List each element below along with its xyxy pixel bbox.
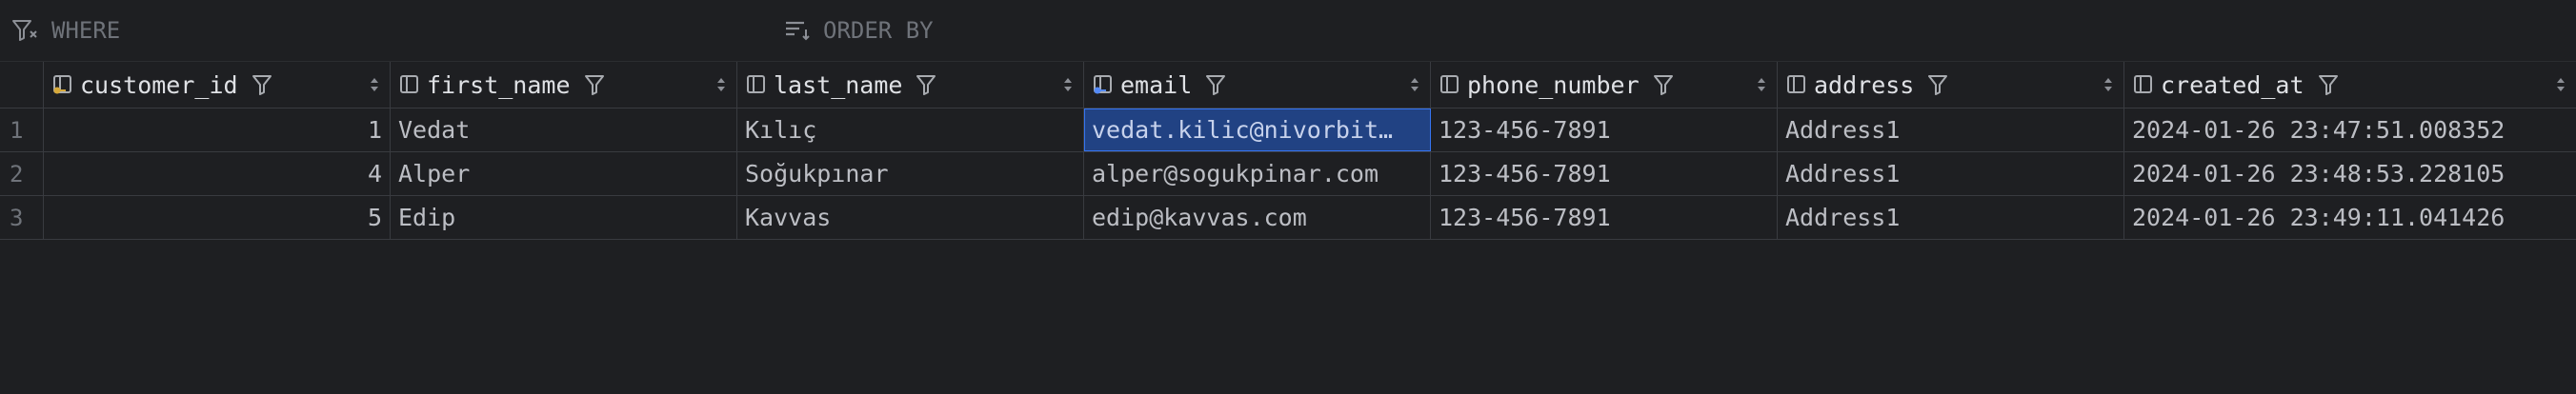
column-icon xyxy=(1440,75,1459,93)
cell-email[interactable]: edip@kavvas.com xyxy=(1084,196,1431,239)
cell-phone-number[interactable]: 123-456-7891 xyxy=(1431,108,1778,151)
cell-value: alper@sogukpinar.com xyxy=(1092,160,1379,187)
column-filter-icon[interactable] xyxy=(1205,73,1226,96)
cell-first-name[interactable]: Vedat xyxy=(391,108,737,151)
where-label: WHERE xyxy=(51,17,121,44)
cell-address[interactable]: Address1 xyxy=(1778,196,2124,239)
sort-lines-icon xyxy=(786,21,810,41)
column-header-label: created_at xyxy=(2161,70,2304,99)
cell-created-at[interactable]: 2024-01-26 23:47:51.008352 xyxy=(2124,108,2576,151)
sort-toggle-icon[interactable] xyxy=(369,75,380,94)
cell-last-name[interactable]: Soğukpınar xyxy=(737,152,1084,195)
column-header-first-name[interactable]: first_name xyxy=(391,62,737,108)
column-header-label: address xyxy=(1814,70,1915,99)
cell-value: 1 xyxy=(367,116,382,144)
cell-value: Vedat xyxy=(398,116,471,144)
column-filter-icon[interactable] xyxy=(584,73,605,96)
cell-customer-id[interactable]: 5 xyxy=(44,196,391,239)
sort-toggle-icon[interactable] xyxy=(2555,75,2566,94)
header-row: customer_id first_name last_name email phone… xyxy=(0,61,2576,108)
cell-value: vedat.kilic@nivorbit… xyxy=(1092,116,1394,144)
column-header-email[interactable]: email xyxy=(1084,62,1431,108)
cell-phone-number[interactable]: 123-456-7891 xyxy=(1431,196,1778,239)
column-filter-icon[interactable] xyxy=(1927,73,1948,96)
corner-cell[interactable] xyxy=(0,62,44,108)
column-icon xyxy=(400,75,418,93)
cell-last-name[interactable]: Kavvas xyxy=(737,196,1084,239)
column-header-label: phone_number xyxy=(1467,70,1640,99)
cell-customer-id[interactable]: 4 xyxy=(44,152,391,195)
column-icon xyxy=(2134,75,2152,93)
row-number[interactable]: 3 xyxy=(0,196,44,239)
row-number[interactable]: 2 xyxy=(0,152,44,195)
table-row[interactable]: 3 5 Edip Kavvas edip@kavvas.com 123-456-7891 A… xyxy=(0,196,2576,240)
column-filter-icon[interactable] xyxy=(1653,73,1674,96)
column-header-phone-number[interactable]: phone_number xyxy=(1431,62,1778,108)
sort-toggle-icon[interactable] xyxy=(1409,75,1420,94)
cell-value: Alper xyxy=(398,160,471,187)
cell-value: Edip xyxy=(398,204,456,231)
column-header-label: first_name xyxy=(427,70,571,99)
cell-value: 2024-01-26 23:47:51.008352 xyxy=(2132,116,2506,144)
cell-address[interactable]: Address1 xyxy=(1778,108,2124,151)
cell-value: edip@kavvas.com xyxy=(1092,204,1307,231)
cell-value: 123-456-7891 xyxy=(1439,204,1611,231)
cell-value: Address1 xyxy=(1785,116,1901,144)
cell-value: Address1 xyxy=(1785,204,1901,231)
cell-email[interactable]: alper@sogukpinar.com xyxy=(1084,152,1431,195)
column-filter-icon[interactable] xyxy=(916,73,936,96)
cell-customer-id[interactable]: 1 xyxy=(44,108,391,151)
sort-toggle-icon[interactable] xyxy=(1756,75,1767,94)
cell-phone-number[interactable]: 123-456-7891 xyxy=(1431,152,1778,195)
cell-value: Soğukpınar xyxy=(745,160,889,187)
cell-first-name[interactable]: Edip xyxy=(391,196,737,239)
sort-toggle-icon[interactable] xyxy=(2103,75,2114,94)
filter-bar: WHERE ORDER BY xyxy=(0,0,2576,62)
cell-value: Kılıç xyxy=(745,116,817,144)
filter-icon xyxy=(12,20,37,41)
column-header-last-name[interactable]: last_name xyxy=(737,62,1084,108)
sort-toggle-icon[interactable] xyxy=(715,75,727,94)
cell-value: 5 xyxy=(367,204,382,231)
cell-value: 123-456-7891 xyxy=(1439,116,1611,144)
cell-address[interactable]: Address1 xyxy=(1778,152,2124,195)
order-by-label: ORDER BY xyxy=(823,17,934,44)
results-grid: customer_id first_name last_name email phone… xyxy=(0,61,2576,240)
column-header-label: last_name xyxy=(774,70,903,99)
column-filter-icon[interactable] xyxy=(2318,73,2339,96)
column-header-label: email xyxy=(1120,70,1193,99)
row-number[interactable]: 1 xyxy=(0,108,44,151)
unique-column-icon xyxy=(1094,75,1112,94)
column-filter-icon[interactable] xyxy=(252,73,272,96)
sort-toggle-icon[interactable] xyxy=(1062,75,1074,94)
column-icon xyxy=(747,75,765,93)
cell-value: Kavvas xyxy=(745,204,832,231)
cell-last-name[interactable]: Kılıç xyxy=(737,108,1084,151)
table-row[interactable]: 2 4 Alper Soğukpınar alper@sogukpinar.com 123… xyxy=(0,152,2576,196)
column-header-created-at[interactable]: created_at xyxy=(2124,62,2576,108)
cell-value: 4 xyxy=(367,160,382,187)
column-header-customer-id[interactable]: customer_id xyxy=(44,62,391,108)
cell-created-at[interactable]: 2024-01-26 23:48:53.228105 xyxy=(2124,152,2576,195)
cell-value: Address1 xyxy=(1785,160,1901,187)
cell-value: 123-456-7891 xyxy=(1439,160,1611,187)
column-header-address[interactable]: address xyxy=(1778,62,2124,108)
table-row[interactable]: 1 1 Vedat Kılıç vedat.kilic@nivorbit… 123-456… xyxy=(0,108,2576,152)
primary-key-column-icon xyxy=(53,75,71,94)
where-filter[interactable]: WHERE xyxy=(0,0,777,61)
column-icon xyxy=(1787,75,1805,93)
cell-value: 2024-01-26 23:49:11.041426 xyxy=(2132,204,2506,231)
cell-email[interactable]: vedat.kilic@nivorbit… xyxy=(1084,108,1431,151)
cell-created-at[interactable]: 2024-01-26 23:49:11.041426 xyxy=(2124,196,2576,239)
order-by-filter[interactable]: ORDER BY xyxy=(777,0,934,61)
cell-first-name[interactable]: Alper xyxy=(391,152,737,195)
column-header-label: customer_id xyxy=(80,70,238,99)
cell-value: 2024-01-26 23:48:53.228105 xyxy=(2132,160,2506,187)
